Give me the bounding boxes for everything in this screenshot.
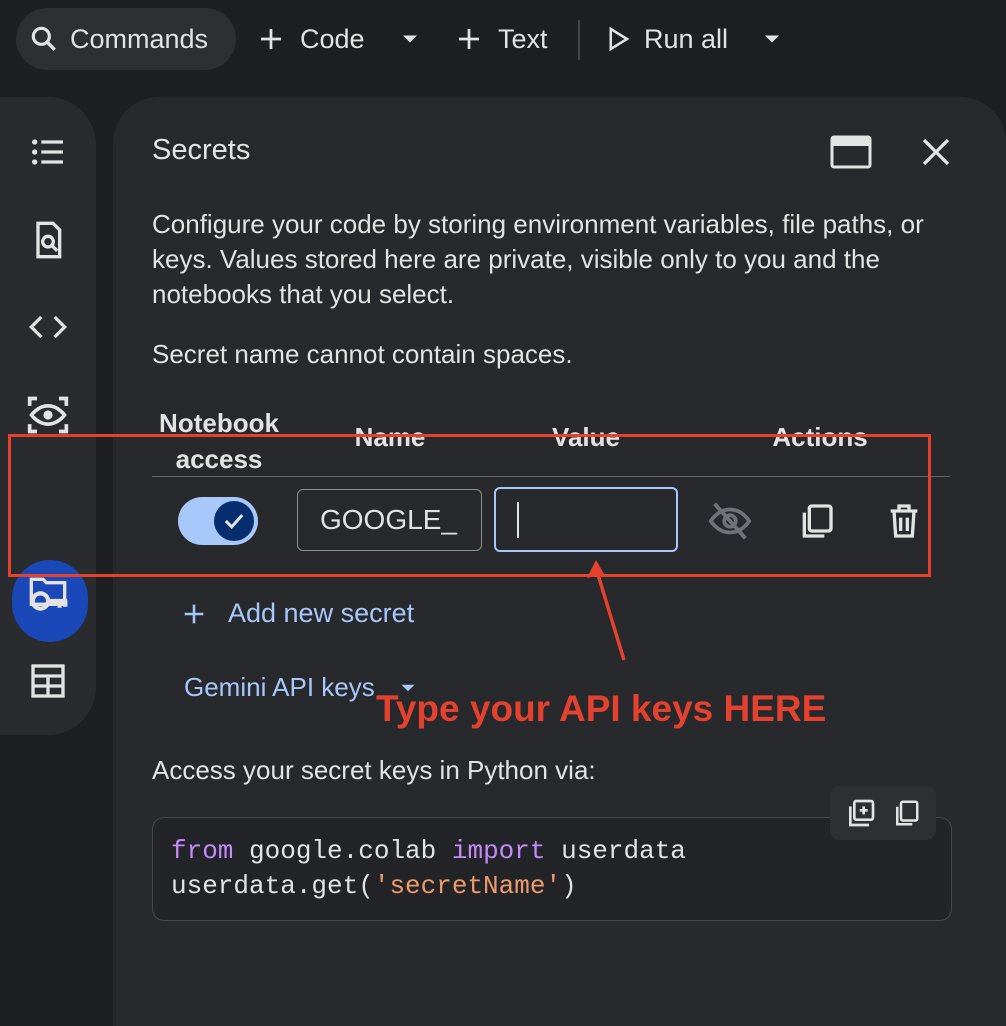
code-dropdown-button[interactable] — [396, 8, 424, 70]
plus-icon — [261, 29, 281, 49]
caret-down-icon — [403, 35, 417, 43]
text-label: Text — [498, 23, 548, 54]
code-line-2: userdata.get('secretName') — [171, 871, 577, 901]
panel-title: Secrets — [152, 134, 251, 166]
add-code-button[interactable]: Code — [256, 8, 365, 70]
code-line-1: from google.colab import userdata — [171, 836, 686, 866]
code-text: userdata.get( — [171, 871, 374, 901]
gemini-api-keys-label: Gemini API keys — [184, 672, 375, 702]
copy-icon[interactable] — [891, 798, 921, 828]
access-instructions: Access your secret keys in Python via: — [152, 755, 596, 785]
search-icon — [31, 26, 56, 51]
close-button[interactable] — [918, 134, 954, 170]
plus-icon — [459, 29, 479, 49]
code-text: userdata — [545, 836, 686, 866]
code-keyword: import — [451, 836, 546, 866]
code-text: ) — [561, 871, 577, 901]
table-of-contents-icon[interactable] — [24, 128, 72, 176]
name-rule-note: Secret name cannot contain spaces. — [152, 339, 573, 369]
code-label: Code — [300, 23, 365, 54]
commands-button[interactable]: Commands — [16, 8, 236, 70]
panel-description: Configure your code by storing environme… — [152, 209, 924, 309]
toolbar-divider — [578, 20, 580, 60]
close-icon — [922, 138, 950, 166]
caret-down-icon — [765, 35, 779, 43]
code-keyword: from — [171, 836, 234, 866]
run-all-button[interactable]: Run all — [602, 8, 728, 70]
code-toolbar — [830, 786, 936, 840]
find-in-document-icon[interactable] — [24, 216, 72, 264]
annotation-text: Type your API keys HERE — [376, 688, 827, 729]
play-icon — [609, 26, 630, 52]
commands-label: Commands — [70, 23, 209, 54]
add-new-secret-button[interactable]: Add new secret — [180, 598, 414, 629]
run-all-label: Run all — [644, 23, 729, 54]
code-text: google.colab — [233, 836, 452, 866]
plus-icon — [184, 604, 204, 623]
window-icon — [830, 135, 872, 169]
insert-code-icon[interactable] — [845, 797, 877, 829]
top-toolbar: Commands Code Text Run all — [0, 0, 1006, 80]
annotation-highlight-box — [8, 434, 931, 577]
add-new-secret-label: Add new secret — [228, 598, 415, 628]
add-text-button[interactable]: Text — [454, 8, 548, 70]
annotation-arrow — [587, 560, 626, 661]
data-table-icon[interactable] — [24, 657, 72, 705]
code-string: 'secretName' — [373, 871, 562, 901]
left-sidebar — [0, 97, 96, 735]
run-all-dropdown-button[interactable] — [758, 8, 786, 70]
open-in-tab-button[interactable] — [830, 135, 872, 169]
code-snippets-icon[interactable] — [24, 303, 72, 351]
variable-inspector-icon[interactable] — [24, 391, 72, 439]
